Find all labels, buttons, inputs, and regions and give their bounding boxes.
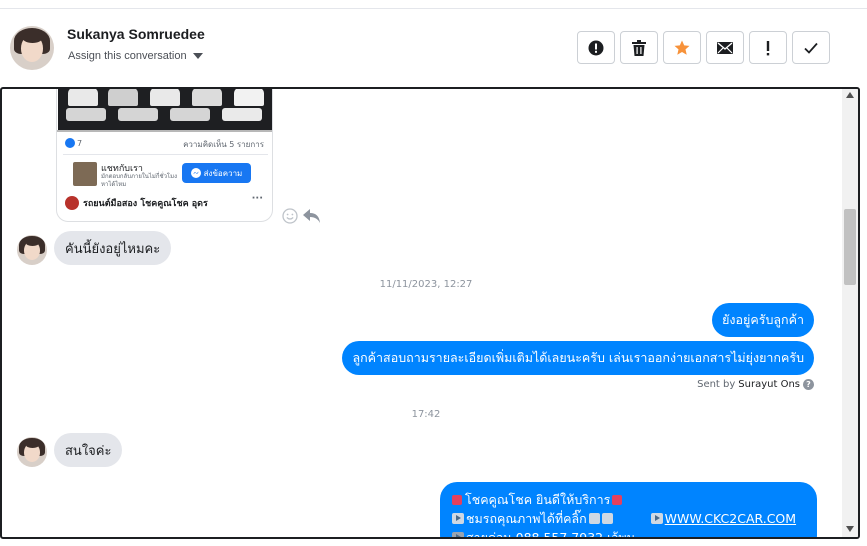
conversation-toolbar bbox=[577, 31, 830, 64]
outgoing-message[interactable]: ยังอยู่ครับลูกค้า bbox=[712, 303, 814, 337]
down-arrow-icon bbox=[588, 513, 600, 524]
play-icon bbox=[452, 513, 464, 524]
page-thumbnail bbox=[73, 162, 97, 186]
important-button[interactable] bbox=[749, 31, 787, 64]
assign-conversation-dropdown[interactable]: Assign this conversation bbox=[68, 50, 203, 62]
post-separator bbox=[63, 154, 268, 155]
outgoing-message[interactable]: ลูกค้าสอบถามรายละเอียดเพิ่มเติมได้เลยนะค… bbox=[342, 341, 814, 375]
website-link[interactable]: WWW.CKC2CAR.COM bbox=[665, 511, 796, 526]
like-icon bbox=[65, 138, 75, 148]
timestamp: 17:42 bbox=[411, 409, 441, 420]
assign-label: Assign this conversation bbox=[68, 50, 187, 62]
help-icon[interactable]: ? bbox=[803, 379, 814, 390]
message-thread[interactable]: 7 ความคิดเห็น 5 รายการ แชทกับเรา มักตอบก… bbox=[0, 87, 860, 539]
sent-by-label: Sent by Surayut Ons ? bbox=[697, 379, 814, 390]
envelope-icon bbox=[717, 41, 733, 54]
post-image-divider bbox=[57, 130, 272, 132]
phone-icon bbox=[452, 532, 464, 537]
red-square-icon bbox=[452, 495, 462, 505]
post-image bbox=[58, 89, 272, 130]
incoming-message[interactable]: คันนี้ยังอยู่ไหมคะ bbox=[54, 231, 172, 265]
checkmark-icon bbox=[804, 42, 818, 54]
done-button[interactable] bbox=[792, 31, 830, 64]
reply-icon[interactable] bbox=[303, 209, 321, 223]
exclamation-icon bbox=[766, 40, 770, 55]
star-icon bbox=[674, 40, 690, 55]
contact-avatar-small bbox=[17, 235, 47, 265]
spam-button[interactable] bbox=[577, 31, 615, 64]
post-comments-count[interactable]: ความคิดเห็น 5 รายการ bbox=[183, 138, 264, 151]
emoji-reaction-icon[interactable] bbox=[282, 208, 298, 224]
more-options-icon[interactable]: ··· bbox=[252, 193, 263, 204]
post-author[interactable]: รถยนต์มือสอง โชคคูณโชค อุดร bbox=[65, 196, 208, 210]
trash-icon bbox=[632, 39, 646, 56]
contact-avatar-small bbox=[17, 437, 47, 467]
author-avatar bbox=[65, 196, 79, 210]
scroll-down-arrow-icon[interactable] bbox=[846, 526, 854, 532]
mark-unread-button[interactable] bbox=[706, 31, 744, 64]
thread-scrollbar[interactable] bbox=[842, 89, 858, 537]
messenger-icon bbox=[190, 168, 201, 178]
contact-avatar[interactable] bbox=[10, 26, 54, 70]
timestamp: 11/11/2023, 12:27 bbox=[379, 279, 473, 290]
alert-circle-icon bbox=[588, 40, 604, 55]
scroll-thumb[interactable] bbox=[844, 209, 856, 285]
down-arrow-icon bbox=[601, 513, 613, 524]
contact-name[interactable]: Sukanya Somruedee bbox=[67, 26, 205, 42]
red-square-icon bbox=[612, 495, 623, 505]
delete-button[interactable] bbox=[620, 31, 658, 64]
contact-cta-subtitle: มักตอบกลับภายในไม่กี่ชั่วโมง หาได้ไหม bbox=[101, 173, 178, 188]
star-button[interactable] bbox=[663, 31, 701, 64]
send-message-button[interactable]: ส่งข้อความ bbox=[182, 163, 251, 183]
play-icon bbox=[650, 513, 663, 524]
post-likes: 7 bbox=[65, 138, 82, 148]
scroll-up-arrow-icon[interactable] bbox=[846, 92, 854, 98]
caret-down-icon bbox=[192, 53, 203, 59]
shared-post-card[interactable]: 7 ความคิดเห็น 5 รายการ แชทกับเรา มักตอบก… bbox=[56, 89, 273, 222]
outgoing-message[interactable]: โชคคูณโชค ยินดีให้บริการ ชมรถคุณภาพได้ที… bbox=[440, 482, 817, 537]
conversation-header: Sukanya Somruedee Assign this conversati… bbox=[0, 9, 867, 87]
incoming-message[interactable]: สนใจค่ะ bbox=[54, 433, 123, 467]
sender-name: Surayut Ons bbox=[738, 379, 800, 390]
